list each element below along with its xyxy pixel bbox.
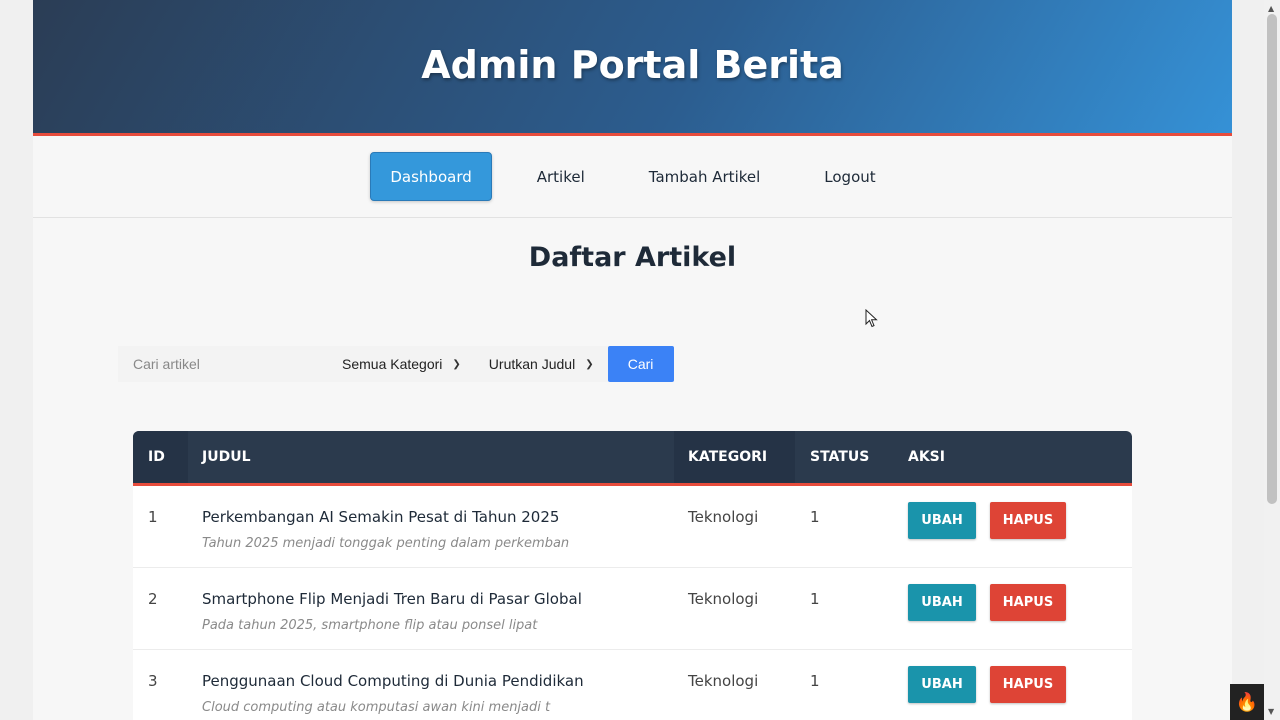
sort-select[interactable]: Urutkan Judul ❯ — [474, 346, 608, 382]
cell-id: 2 — [148, 590, 158, 608]
table-row: 1 Perkembangan AI Semakin Pesat di Tahun… — [133, 486, 1132, 568]
header-aksi: AKSI — [908, 449, 945, 465]
sort-select-value: Urutkan Judul — [488, 356, 576, 372]
site-header: Admin Portal Berita — [33, 0, 1232, 136]
nav-artikel[interactable]: Artikel — [518, 152, 604, 201]
category-select[interactable]: Semua Kategori ❯ — [328, 346, 475, 382]
cell-status: 1 — [810, 590, 820, 608]
site-title: Admin Portal Berita — [421, 42, 844, 87]
mouse-cursor-icon — [865, 309, 878, 328]
cell-status: 1 — [810, 508, 820, 526]
scroll-up-icon[interactable]: ▲ — [1268, 4, 1274, 13]
delete-button[interactable]: HAPUS — [990, 666, 1066, 703]
article-title: Penggunaan Cloud Computing di Dunia Pend… — [202, 672, 584, 690]
main-nav: Dashboard Artikel Tambah Artikel Logout — [33, 136, 1232, 218]
cell-status: 1 — [810, 672, 820, 690]
flame-icon[interactable]: 🔥 — [1230, 684, 1264, 720]
search-button[interactable]: Cari — [607, 346, 674, 382]
delete-button[interactable]: HAPUS — [990, 584, 1066, 621]
nav-tambah-artikel[interactable]: Tambah Artikel — [630, 152, 780, 201]
table-header: ID JUDUL KATEGORI STATUS AKSI — [133, 431, 1132, 486]
article-title: Smartphone Flip Menjadi Tren Baru di Pas… — [202, 590, 582, 608]
page-title: Daftar Artikel — [528, 242, 737, 273]
delete-button[interactable]: HAPUS — [990, 502, 1066, 539]
cell-kategori: Teknologi — [688, 590, 759, 608]
cell-kategori: Teknologi — [688, 672, 759, 690]
edit-button[interactable]: UBAH — [908, 502, 976, 539]
cell-aksi: UBAH HAPUS — [894, 486, 1132, 567]
scroll-down-icon[interactable]: ▼ — [1268, 707, 1274, 716]
cell-judul: Perkembangan AI Semakin Pesat di Tahun 2… — [188, 486, 674, 567]
edit-button[interactable]: UBAH — [908, 584, 976, 621]
cell-aksi: UBAH HAPUS — [894, 568, 1132, 649]
category-select-value: Semua Kategori — [342, 356, 443, 372]
search-bar: Semua Kategori ❯ Urutkan Judul ❯ Cari — [118, 346, 674, 382]
table-row: 2 Smartphone Flip Menjadi Tren Baru di P… — [133, 568, 1132, 650]
header-judul: JUDUL — [202, 449, 251, 465]
cell-id: 1 — [148, 508, 158, 526]
scrollbar-thumb[interactable] — [1267, 14, 1277, 504]
article-title: Perkembangan AI Semakin Pesat di Tahun 2… — [202, 508, 560, 526]
article-excerpt: Cloud computing atau komputasi awan kini… — [202, 700, 551, 715]
header-id: ID — [133, 431, 188, 483]
table-row: 3 Penggunaan Cloud Computing di Dunia Pe… — [133, 650, 1132, 720]
page: Admin Portal Berita Dashboard Artikel Ta… — [33, 0, 1232, 720]
cell-aksi: UBAH HAPUS — [894, 650, 1132, 720]
search-input[interactable] — [118, 346, 328, 382]
cell-judul: Smartphone Flip Menjadi Tren Baru di Pas… — [188, 568, 674, 649]
article-excerpt: Tahun 2025 menjadi tonggak penting dalam… — [202, 536, 570, 551]
header-status: STATUS — [810, 449, 870, 465]
articles-table: ID JUDUL KATEGORI STATUS AKSI 1 Perkemba… — [133, 431, 1132, 720]
chevron-down-icon: ❯ — [585, 358, 594, 370]
cell-kategori: Teknologi — [688, 508, 759, 526]
chevron-down-icon: ❯ — [452, 358, 461, 370]
article-excerpt: Pada tahun 2025, smartphone flip atau po… — [202, 618, 538, 633]
cell-judul: Penggunaan Cloud Computing di Dunia Pend… — [188, 650, 674, 720]
vertical-scrollbar[interactable]: ▲ ▼ — [1264, 0, 1280, 720]
cell-id: 3 — [148, 672, 158, 690]
edit-button[interactable]: UBAH — [908, 666, 976, 703]
nav-dashboard[interactable]: Dashboard — [370, 152, 492, 201]
header-kategori: KATEGORI — [674, 431, 795, 483]
nav-logout[interactable]: Logout — [805, 152, 894, 201]
